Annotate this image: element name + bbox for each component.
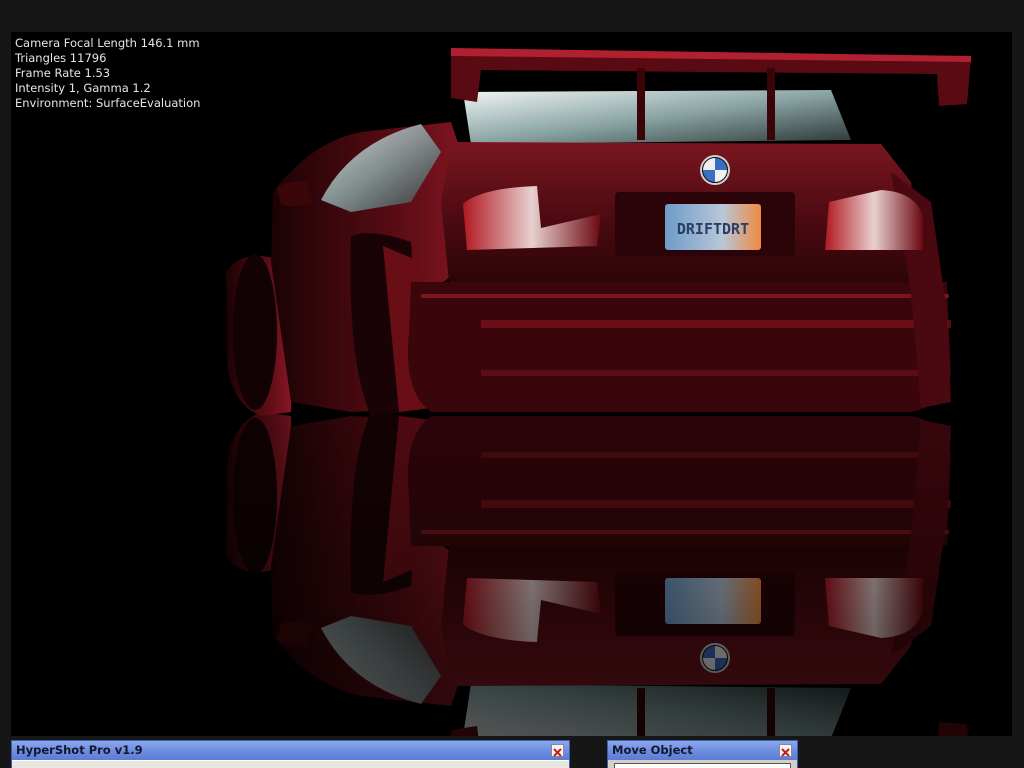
render-stats-overlay: Camera Focal Length 146.1 mm Triangles 1… (15, 36, 200, 111)
close-icon[interactable] (779, 744, 792, 757)
car-render[interactable]: DRIFTDRT (11, 32, 1012, 736)
move-object-titlebar[interactable]: Move Object (608, 741, 797, 760)
triangle-count-readout: Triangles 11796 (15, 51, 107, 65)
environment-readout: Environment: SurfaceEvaluation (15, 96, 201, 110)
focal-length-readout: Camera Focal Length 146.1 mm (15, 36, 200, 50)
hypershot-app: Camera Focal Length 146.1 mm Triangles 1… (0, 0, 1024, 768)
close-icon[interactable] (551, 744, 564, 757)
car-body: DRIFTDRT (225, 47, 972, 417)
hypershot-titlebar[interactable]: HyperShot Pro v1.9 (12, 741, 569, 760)
hypershot-title: HyperShot Pro v1.9 (16, 743, 143, 757)
hypershot-panel[interactable]: HyperShot Pro v1.9 (11, 740, 570, 768)
floor-reflection (225, 411, 972, 736)
move-object-title: Move Object (612, 743, 693, 757)
frame-rate-readout: Frame Rate 1.53 (15, 66, 111, 80)
render-viewport[interactable]: Camera Focal Length 146.1 mm Triangles 1… (11, 32, 1012, 736)
plate-text: DRIFTDRT (677, 220, 749, 238)
intensity-gamma-readout: Intensity 1, Gamma 1.2 (15, 81, 151, 95)
move-object-panel[interactable]: Move Object (607, 740, 798, 768)
move-object-field[interactable] (614, 763, 791, 768)
hypershot-menubar[interactable] (12, 760, 569, 768)
